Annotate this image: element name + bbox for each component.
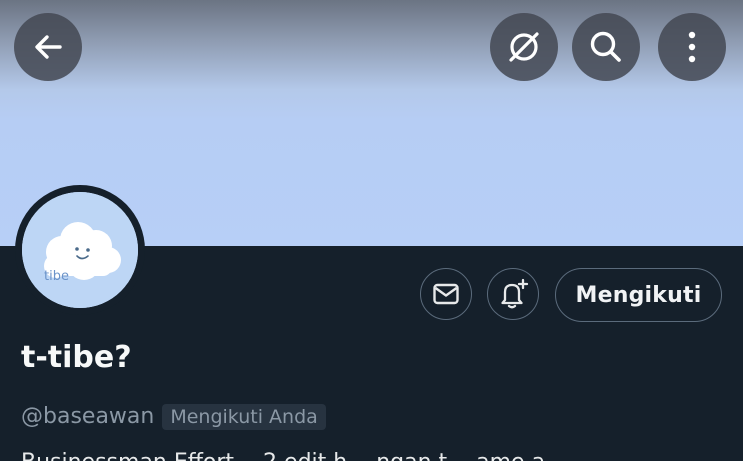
avatar: tibe xyxy=(22,192,138,308)
avatar-text: tibe xyxy=(44,269,69,284)
unfollow-button[interactable] xyxy=(490,13,558,81)
bell-plus-icon xyxy=(501,278,529,309)
following-button[interactable]: Mengikuti xyxy=(555,268,722,322)
slashed-circle-icon xyxy=(509,32,539,62)
mail-icon xyxy=(433,283,459,305)
message-button[interactable] xyxy=(420,268,472,320)
handle-row: @baseawan Mengikuti Anda xyxy=(21,402,326,432)
notifications-button[interactable] xyxy=(487,268,539,320)
arrow-left-icon xyxy=(35,35,62,59)
follows-you-badge: Mengikuti Anda xyxy=(162,404,326,430)
avatar-frame[interactable]: tibe xyxy=(15,185,145,315)
profile-page: tibe Mengikuti t-tibe? @baseawan Mengiku… xyxy=(0,0,743,461)
display-name: t-tibe? xyxy=(21,340,132,375)
cloud-avatar-image: tibe xyxy=(22,192,138,308)
profile-bio: Businessman Effort… 2 edit h… ngan t… am… xyxy=(21,448,741,461)
search-button[interactable] xyxy=(572,13,640,81)
back-button[interactable] xyxy=(14,13,82,81)
search-icon xyxy=(590,31,621,62)
user-handle: @baseawan xyxy=(21,404,155,429)
more-options-button[interactable] xyxy=(658,13,726,81)
more-vertical-icon xyxy=(688,31,696,63)
